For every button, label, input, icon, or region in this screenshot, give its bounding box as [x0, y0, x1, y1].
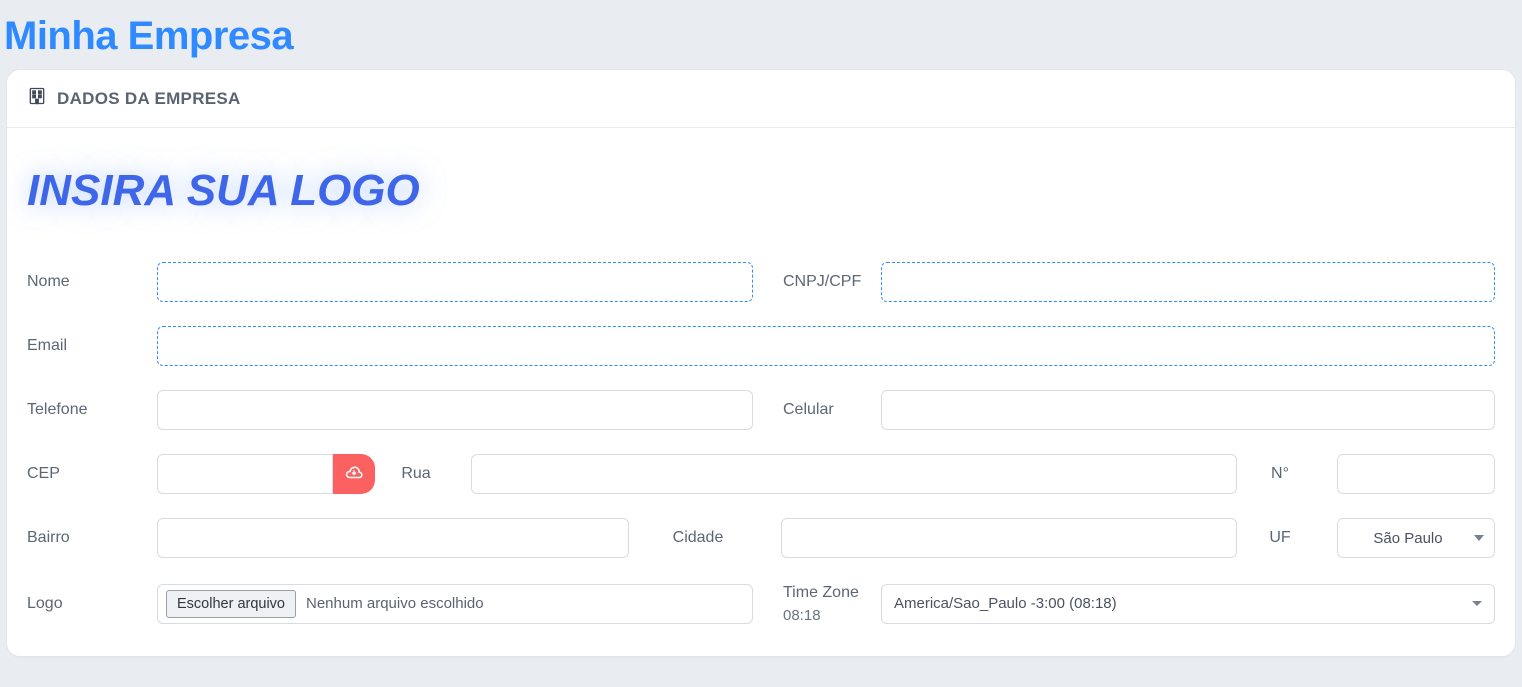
label-cnpj: CNPJ/CPF — [753, 271, 881, 293]
cnpj-input[interactable] — [881, 262, 1495, 302]
page-title: Minha Empresa — [0, 0, 1522, 69]
logo-file-field: Escolher arquivo Nenhum arquivo escolhid… — [157, 584, 753, 624]
label-cidade: Cidade — [629, 527, 781, 549]
label-timezone-text: Time Zone — [783, 584, 859, 601]
numero-input[interactable] — [1337, 454, 1495, 494]
label-timezone-time: 08:18 — [783, 606, 867, 626]
email-input[interactable] — [157, 326, 1495, 366]
rua-input[interactable] — [471, 454, 1237, 494]
label-uf: UF — [1237, 527, 1337, 549]
logo-placeholder: INSIRA SUA LOGO — [27, 148, 440, 244]
label-nome: Nome — [27, 271, 157, 293]
label-cep: CEP — [27, 463, 157, 485]
card-header-title: DADOS DA EMPRESA — [57, 89, 241, 109]
label-rua: Rua — [375, 463, 471, 485]
cep-lookup-button[interactable] — [333, 454, 375, 494]
bairro-input[interactable] — [157, 518, 629, 558]
building-icon — [27, 86, 47, 111]
file-status-text: Nenhum arquivo escolhido — [306, 595, 484, 612]
label-bairro: Bairro — [27, 527, 157, 549]
company-card: DADOS DA EMPRESA INSIRA SUA LOGO Nome CN… — [6, 69, 1516, 657]
uf-select[interactable]: São Paulo — [1337, 518, 1495, 558]
nome-input[interactable] — [157, 262, 753, 302]
file-choose-button[interactable]: Escolher arquivo — [166, 590, 296, 618]
cidade-input[interactable] — [781, 518, 1237, 558]
label-email: Email — [27, 335, 157, 357]
chevron-down-icon — [1472, 601, 1482, 606]
cloud-download-icon — [345, 464, 363, 485]
label-timezone: Time Zone 08:18 — [753, 582, 881, 626]
timezone-select[interactable]: America/Sao_Paulo -3:00 (08:18) — [881, 584, 1495, 624]
celular-input[interactable] — [881, 390, 1495, 430]
label-logo: Logo — [27, 593, 157, 615]
label-numero: N° — [1237, 463, 1337, 485]
label-telefone: Telefone — [27, 399, 157, 421]
telefone-input[interactable] — [157, 390, 753, 430]
label-celular: Celular — [753, 399, 881, 421]
timezone-value: America/Sao_Paulo -3:00 (08:18) — [894, 595, 1117, 612]
card-header: DADOS DA EMPRESA — [7, 70, 1515, 128]
cep-input[interactable] — [157, 454, 333, 494]
